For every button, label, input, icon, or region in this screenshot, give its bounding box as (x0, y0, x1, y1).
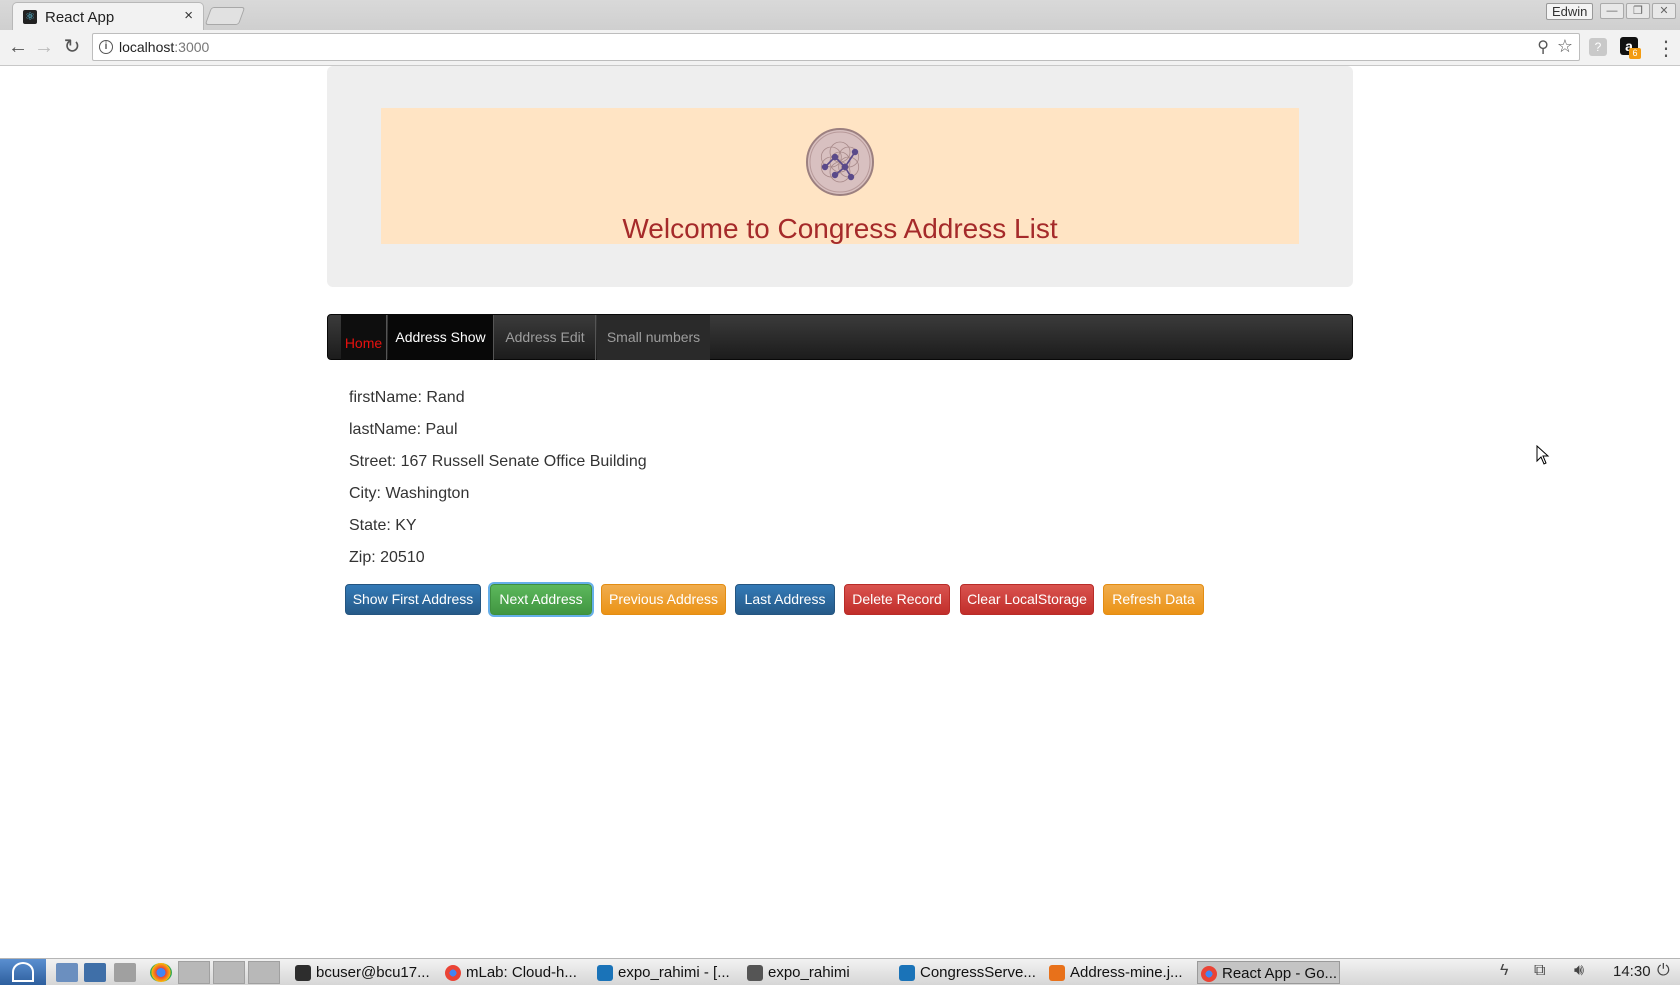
webstorm-icon (899, 965, 915, 981)
volume-icon[interactable]: 🔊︎ (1574, 962, 1584, 980)
delete-record-button[interactable]: Delete Record (844, 584, 950, 615)
file-manager-icon[interactable] (56, 963, 78, 982)
task-react-app[interactable]: React App - Go... (1197, 961, 1340, 984)
terminal-icon (295, 965, 311, 981)
desktop-slot-1[interactable] (178, 961, 210, 984)
last-address-button[interactable]: Last Address (735, 584, 835, 615)
street-field: Street: 167 Russell Senate Office Buildi… (349, 453, 647, 470)
back-arrow-icon[interactable]: ← (6, 36, 30, 60)
clear-localstorage-button[interactable]: Clear LocalStorage (960, 584, 1094, 615)
url-text: localhost:3000 (119, 39, 210, 55)
info-icon[interactable]: i (99, 40, 113, 54)
next-address-button[interactable]: Next Address (490, 584, 592, 615)
flower-of-life-logo-icon (806, 128, 874, 196)
zip-field: Zip: 20510 (349, 549, 425, 566)
main-navbar: Home Address Show Address Edit Small num… (327, 314, 1353, 360)
close-window-icon[interactable]: ✕ (1652, 3, 1676, 19)
restore-icon[interactable]: ❐ (1626, 3, 1650, 19)
start-menu-icon (12, 962, 34, 982)
nav-small-numbers[interactable]: Small numbers (597, 315, 710, 360)
tab-title: React App (45, 9, 115, 26)
nav-address-edit[interactable]: Address Edit (495, 315, 596, 360)
page-title: Welcome to Congress Address List (622, 213, 1058, 244)
power-bolt-icon[interactable]: ϟ (1500, 962, 1508, 980)
react-favicon-icon: ⚛ (23, 10, 37, 24)
network-icon[interactable] (84, 963, 106, 982)
browser-tab[interactable]: ⚛ React App × (12, 2, 204, 30)
network-tray-icon[interactable]: ⧉ (1534, 962, 1545, 980)
nav-address-show[interactable]: Address Show (388, 315, 494, 360)
last-name-field: lastName: Paul (349, 421, 458, 438)
os-taskbar: bcuser@bcu17... mLab: Cloud-h... expo_ra… (0, 958, 1680, 985)
tab-close-icon[interactable]: × (184, 7, 193, 24)
browser-title-bar: ⚛ React App × Edwin — ❐ ✕ (0, 0, 1680, 30)
clock[interactable]: 14:30 (1613, 963, 1651, 980)
desktop-slot-3[interactable] (248, 961, 280, 984)
chrome-icon (445, 965, 461, 981)
folder-icon (747, 965, 763, 981)
desktop-slot-2[interactable] (213, 961, 245, 984)
chrome-icon (1201, 966, 1217, 982)
sublime-icon (1049, 965, 1065, 981)
profile-button[interactable]: Edwin (1546, 3, 1594, 20)
state-field: State: KY (349, 517, 417, 534)
first-name-field: firstName: Rand (349, 389, 465, 406)
start-menu-button[interactable] (0, 959, 46, 985)
extension-badge: 6 (1629, 48, 1641, 59)
reload-icon[interactable]: ↻ (60, 36, 84, 60)
minimize-icon[interactable]: — (1600, 3, 1624, 19)
new-tab-button[interactable] (204, 7, 246, 25)
zoom-icon[interactable]: ⚲ (1537, 37, 1549, 57)
webstorm-icon (597, 965, 613, 981)
bookmark-star-icon[interactable]: ☆ (1557, 36, 1573, 57)
previous-address-button[interactable]: Previous Address (601, 584, 726, 615)
refresh-data-button[interactable]: Refresh Data (1103, 584, 1204, 615)
window-switcher-icon[interactable] (114, 963, 136, 982)
task-address-mine[interactable]: Address-mine.j... (1046, 961, 1192, 984)
mouse-cursor-icon (1536, 445, 1550, 465)
city-field: City: Washington (349, 485, 470, 502)
browser-menu-icon[interactable]: ⋮ (1656, 36, 1676, 61)
task-terminal[interactable]: bcuser@bcu17... (292, 961, 432, 984)
chrome-launcher-icon[interactable] (150, 963, 172, 982)
extension-puzzle-icon[interactable]: ? (1589, 38, 1607, 56)
show-first-address-button[interactable]: Show First Address (345, 584, 481, 615)
task-webstorm-project[interactable]: expo_rahimi - [... (594, 961, 740, 984)
browser-toolbar: ← → ↻ i localhost:3000 ⚲ ☆ ? a 6 ⋮ (0, 30, 1680, 66)
shutdown-icon[interactable]: ⏻ (1657, 962, 1670, 980)
forward-arrow-icon[interactable]: → (32, 36, 56, 60)
address-bar[interactable]: i localhost:3000 ⚲ ☆ (92, 33, 1580, 61)
task-mlab[interactable]: mLab: Cloud-h... (442, 961, 582, 984)
task-congress-server[interactable]: CongressServe... (896, 961, 1042, 984)
nav-home[interactable]: Home (341, 315, 387, 360)
task-folder[interactable]: expo_rahimi (744, 961, 890, 984)
